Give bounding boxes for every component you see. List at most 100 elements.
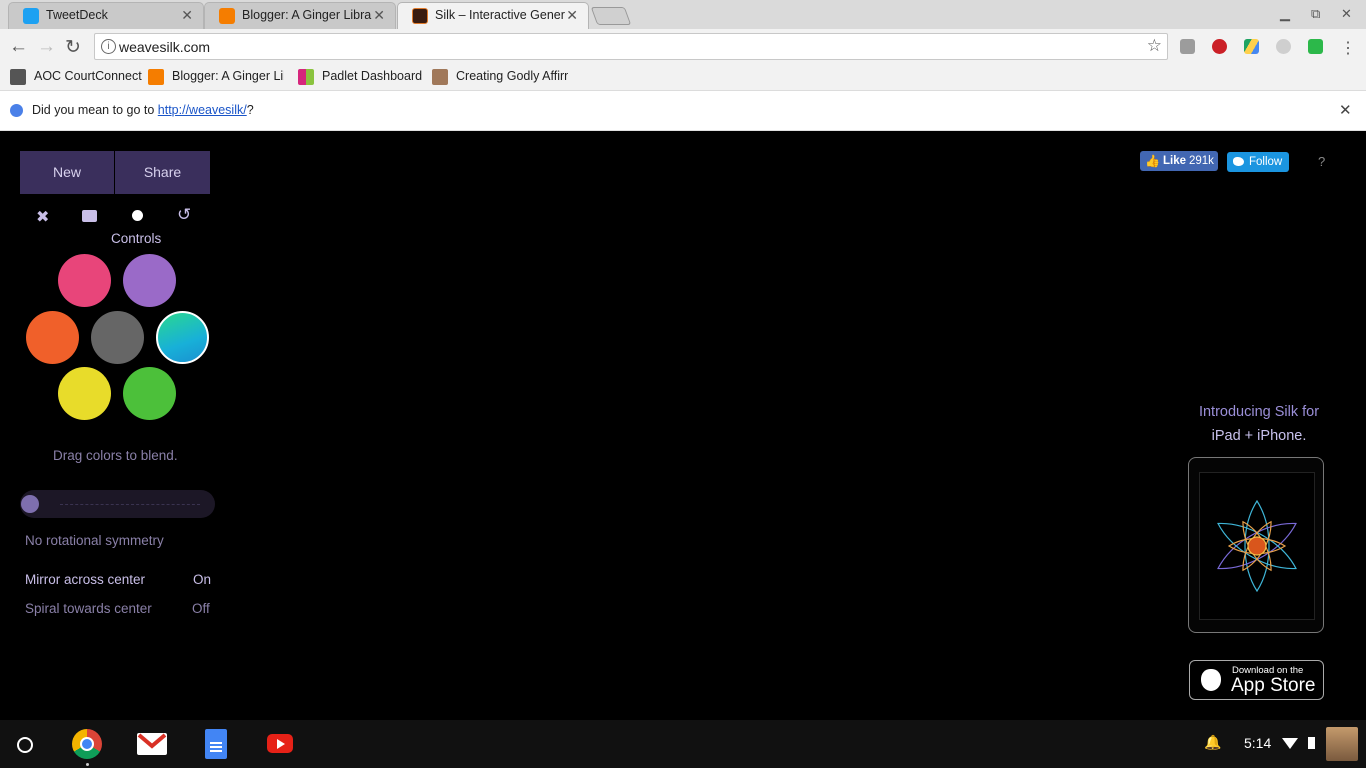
tab-title: Silk – Interactive Generat	[435, 8, 565, 22]
tab-tweetdeck[interactable]: TweetDeck ✕	[8, 2, 204, 29]
controls-label[interactable]: Controls	[111, 231, 161, 246]
color-swatch-orange[interactable]	[26, 311, 79, 364]
wifi-icon[interactable]	[1282, 738, 1298, 749]
window-close-icon[interactable]: ✕	[1341, 6, 1352, 22]
promo-text: Introducing Silk for iPad + iPhone.	[1180, 400, 1338, 448]
facebook-like-button[interactable]: 👍 Like 291k	[1140, 151, 1218, 171]
tab-title: TweetDeck	[46, 8, 108, 22]
undo-icon[interactable]: ↺	[177, 205, 191, 225]
brush-dot-icon[interactable]	[132, 210, 143, 221]
padlet-icon	[298, 69, 314, 85]
symmetry-slider[interactable]	[20, 490, 215, 518]
twitter-follow-button[interactable]: Follow	[1227, 152, 1289, 172]
docs-icon[interactable]	[205, 729, 227, 759]
color-swatch-yellow[interactable]	[58, 367, 111, 420]
new-button[interactable]: New	[20, 151, 114, 194]
infobar-prefix: Did you mean to go to	[32, 103, 158, 117]
close-icon[interactable]: ✕	[181, 7, 193, 24]
info-icon[interactable]: i	[101, 39, 116, 54]
tab-title: Blogger: A Ginger Librari	[242, 8, 372, 22]
spiral-toggle[interactable]: Off	[192, 601, 210, 616]
url-text[interactable]: weavesilk.com	[119, 39, 210, 55]
blend-hint: Drag colors to blend.	[53, 448, 178, 463]
spiral-label[interactable]: Spiral towards center	[25, 601, 152, 616]
bookmark-padlet[interactable]: Padlet Dashboard	[298, 68, 426, 86]
symmetry-label: No rotational symmetry	[25, 533, 164, 548]
slider-thumb[interactable]	[21, 495, 39, 513]
blogger-icon	[219, 8, 235, 24]
promo-line-2: iPad + iPhone.	[1211, 428, 1307, 444]
twitter-icon	[23, 8, 39, 24]
tab-blogger[interactable]: Blogger: A Ginger Librari ✕	[204, 2, 396, 29]
bookmark-label: Blogger: A Ginger Lib	[172, 69, 284, 83]
bookmark-label: AOC CourtConnect	[34, 69, 142, 83]
close-icon[interactable]: ✕	[373, 7, 385, 24]
bookmark-affirmations[interactable]: Creating Godly Affirm	[432, 68, 572, 86]
courthouse-icon	[10, 69, 26, 85]
bookmark-blogger[interactable]: Blogger: A Ginger Lib	[148, 68, 286, 86]
app-store-button[interactable]: Download on the App Store	[1189, 660, 1324, 700]
mirror-toggle[interactable]: On	[193, 572, 211, 587]
thumbs-up-icon: 👍	[1145, 154, 1160, 168]
youtube-icon[interactable]	[267, 734, 293, 753]
slider-track	[60, 504, 200, 506]
address-bar[interactable]: i weavesilk.com ☆	[94, 33, 1168, 60]
minimize-icon[interactable]: ▁	[1280, 6, 1290, 22]
appstore-big-text: App Store	[1231, 675, 1316, 696]
reload-icon[interactable]: ↻	[65, 36, 81, 59]
camera-icon[interactable]	[82, 210, 97, 222]
battery-icon[interactable]	[1308, 737, 1315, 749]
color-swatch-teal[interactable]	[156, 311, 209, 364]
portrait-icon	[432, 69, 448, 85]
toolbar: ← → ↻ i weavesilk.com ☆ ⋮	[0, 29, 1366, 65]
close-icon[interactable]: ✕	[566, 7, 578, 24]
follow-label: Follow	[1249, 156, 1283, 168]
bookmark-label: Creating Godly Affirm	[456, 69, 568, 83]
extension-icon[interactable]	[1276, 39, 1291, 54]
classroom-icon[interactable]	[1308, 39, 1323, 54]
play-triangle	[277, 739, 285, 749]
help-button[interactable]: ?	[1318, 154, 1325, 169]
color-swatch-purple[interactable]	[123, 254, 176, 307]
twitter-bird-icon	[1233, 157, 1244, 166]
pinterest-icon[interactable]	[1212, 39, 1227, 54]
apple-icon	[1201, 669, 1221, 691]
gmail-icon[interactable]	[137, 733, 167, 755]
promo-line-1: Introducing Silk for	[1198, 404, 1320, 420]
gmail-envelope	[137, 733, 167, 749]
menu-icon[interactable]: ⋮	[1340, 38, 1356, 58]
forward-icon[interactable]: →	[37, 36, 56, 58]
new-tab-button[interactable]	[590, 7, 632, 25]
blogger-icon	[148, 69, 164, 85]
share-button[interactable]: Share	[115, 151, 210, 194]
globe-icon	[10, 104, 23, 117]
launcher-icon[interactable]	[17, 737, 33, 753]
avatar[interactable]	[1326, 727, 1358, 761]
tab-silk[interactable]: Silk – Interactive Generat ✕	[397, 2, 589, 29]
color-swatch-green[interactable]	[123, 367, 176, 420]
clock[interactable]: 5:14	[1244, 735, 1271, 751]
infobar-link[interactable]: http://weavesilk/	[158, 103, 247, 117]
fullscreen-icon[interactable]: ✖	[36, 207, 49, 227]
drawing-canvas[interactable]	[0, 131, 1366, 720]
chrome-center	[80, 737, 94, 751]
infobar-suffix: ?	[246, 103, 254, 117]
color-swatch-pink[interactable]	[58, 254, 111, 307]
bookmarks-bar: AOC CourtConnect Blogger: A Ginger Lib P…	[0, 65, 1366, 91]
bookmark-aoc[interactable]: AOC CourtConnect	[10, 68, 142, 86]
color-swatch-gray[interactable]	[91, 311, 144, 364]
mirror-label[interactable]: Mirror across center	[25, 572, 145, 587]
ipad-image[interactable]	[1188, 457, 1324, 633]
google-drive-icon[interactable]	[1244, 39, 1259, 54]
infobar-message: Did you mean to go to http://weavesilk/?	[32, 103, 254, 117]
back-icon[interactable]: ←	[9, 36, 28, 58]
maximize-icon[interactable]: ⧉	[1311, 6, 1320, 22]
infobar-close-icon[interactable]: ✕	[1339, 101, 1352, 119]
chrome-icon[interactable]	[72, 729, 102, 759]
evernote-icon[interactable]	[1180, 39, 1195, 54]
like-count: 291k	[1189, 155, 1214, 167]
notification-bell-icon[interactable]: 🔔	[1204, 734, 1221, 751]
silk-icon	[412, 8, 428, 24]
bookmark-star-icon[interactable]: ☆	[1147, 36, 1162, 56]
running-indicator	[86, 763, 89, 766]
